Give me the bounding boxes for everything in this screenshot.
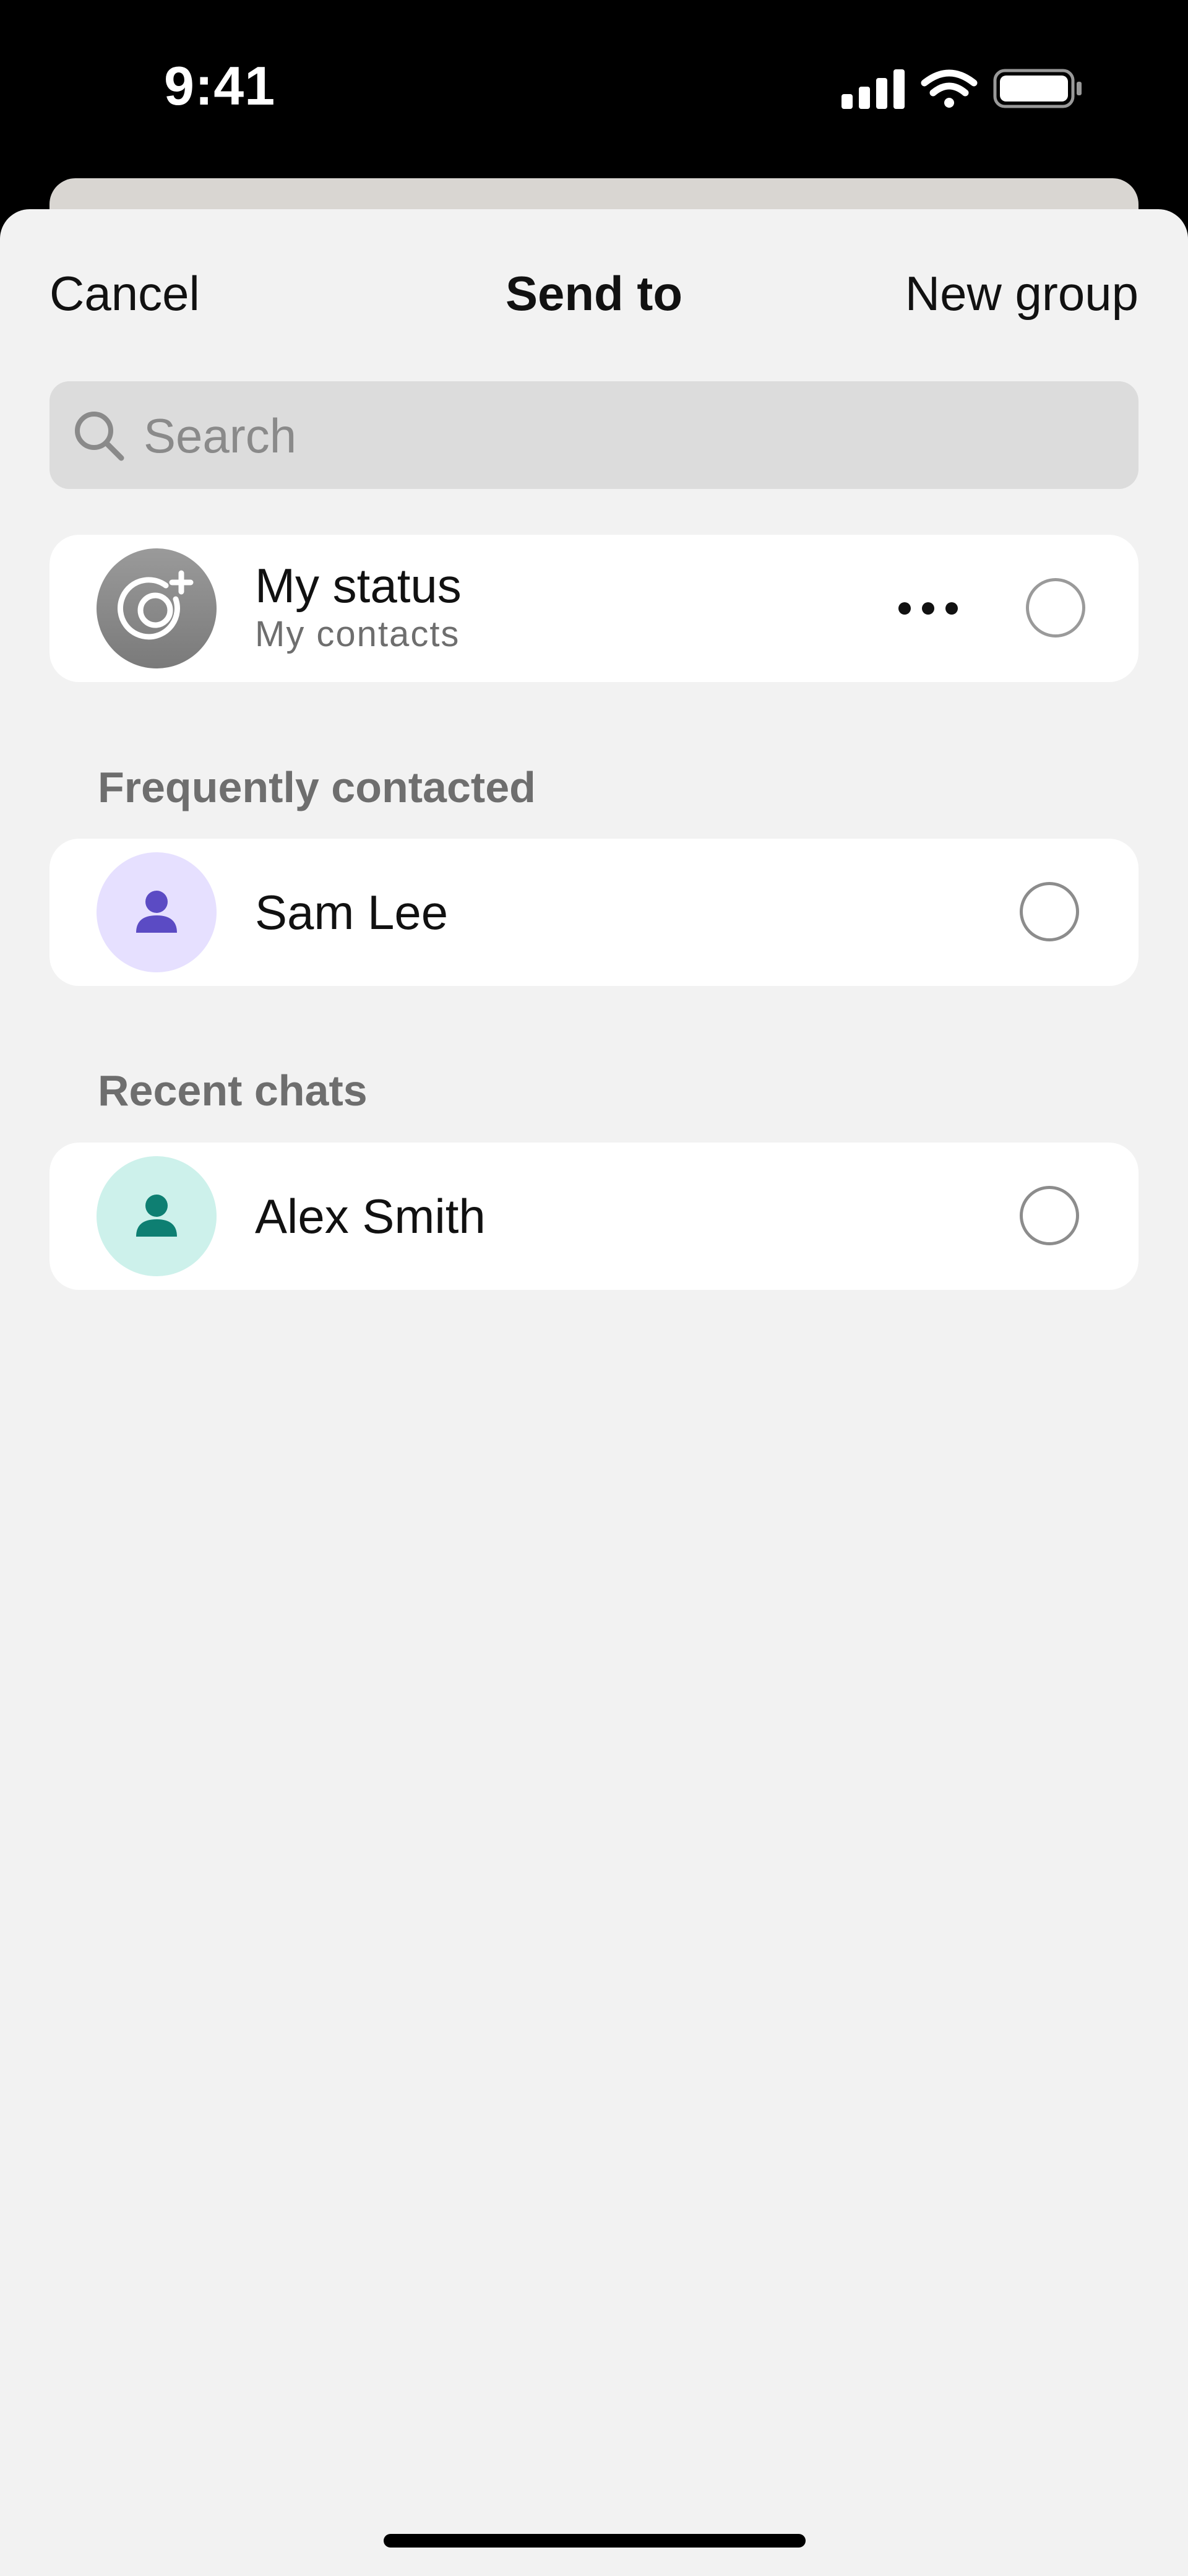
cancel-button[interactable]: Cancel bbox=[50, 265, 200, 322]
search-bar[interactable] bbox=[50, 381, 1138, 490]
person-icon bbox=[136, 891, 177, 933]
search-icon bbox=[75, 412, 124, 461]
contact-row-alex-smith[interactable]: Alex Smith bbox=[50, 1143, 1138, 1290]
home-indicator bbox=[384, 2534, 806, 2548]
status-icons bbox=[842, 67, 1089, 110]
section-header-frequently-contacted: Frequently contacted bbox=[98, 763, 536, 811]
my-status-subtitle: My contacts bbox=[255, 614, 460, 654]
contact-row-sam-lee[interactable]: Sam Lee bbox=[50, 839, 1138, 986]
search-input[interactable] bbox=[142, 381, 1110, 490]
contact-name: Sam Lee bbox=[255, 885, 449, 940]
status-bar: 9:41 bbox=[0, 0, 1188, 179]
more-options-button[interactable] bbox=[891, 588, 965, 629]
more-horizontal-icon bbox=[898, 602, 958, 615]
contact-select-radio[interactable] bbox=[1020, 882, 1079, 941]
avatar bbox=[97, 852, 217, 972]
new-group-button[interactable]: New group bbox=[905, 265, 1138, 322]
person-icon bbox=[136, 1195, 177, 1237]
section-header-recent-chats: Recent chats bbox=[98, 1066, 368, 1115]
my-status-title: My status bbox=[255, 558, 462, 613]
status-time: 9:41 bbox=[164, 55, 276, 116]
contact-name: Alex Smith bbox=[255, 1189, 486, 1243]
my-status-avatar bbox=[97, 548, 217, 668]
contact-select-radio[interactable] bbox=[1020, 1186, 1079, 1245]
battery-icon bbox=[993, 69, 1082, 108]
signal-icon bbox=[842, 69, 905, 109]
avatar bbox=[97, 1156, 217, 1276]
wifi-icon bbox=[921, 69, 978, 108]
my-status-row[interactable]: My status My contacts bbox=[50, 535, 1138, 682]
my-status-select-radio[interactable] bbox=[1026, 578, 1085, 638]
